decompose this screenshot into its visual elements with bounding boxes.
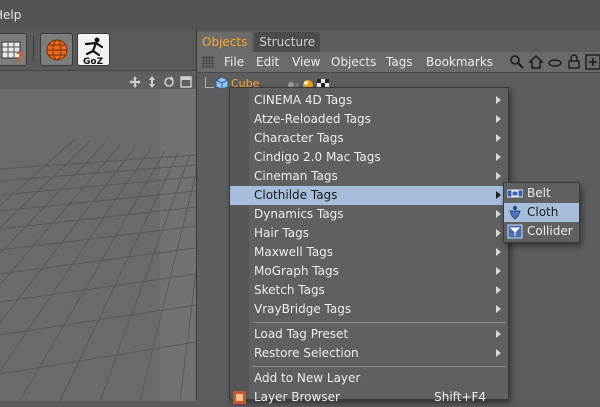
rotate-icon[interactable] [163, 73, 175, 87]
menu-item-dynamics-tags[interactable]: Dynamics Tags [230, 205, 508, 224]
grip-icon[interactable] [202, 56, 214, 68]
toolbar: ? GoZ [0, 30, 196, 70]
menu-item-label: Atze-Reloaded Tags [254, 112, 371, 126]
submenu-arrow-icon [496, 305, 501, 313]
menu-item-label: CINEMA 4D Tags [254, 93, 353, 107]
submenu-arrow-icon [496, 115, 501, 123]
globe-icon [46, 39, 68, 61]
goz-label: GoZ [83, 57, 104, 67]
object-manager-menu: File Edit View Objects Tags Bookmarks [197, 52, 600, 73]
menu-item-character-tags[interactable]: Character Tags [230, 129, 508, 148]
tab-objects[interactable]: Objects [197, 32, 253, 52]
collider-tag-icon [507, 224, 523, 239]
menu-item-label: MoGraph Tags [254, 264, 339, 278]
svg-text:?: ? [16, 51, 24, 66]
menu-item-label: Layer Browser [254, 390, 340, 404]
add-view-icon[interactable] [585, 54, 600, 70]
viewport-header [0, 71, 196, 90]
menu-item-vraybridge-tags[interactable]: VrayBridge Tags [230, 300, 508, 319]
tab-structure[interactable]: Structure [254, 32, 321, 52]
menu-item-label: Restore Selection [254, 346, 359, 360]
link-icon[interactable] [547, 54, 563, 70]
menu-item-add-to-new-layer[interactable]: Add to New Layer [230, 369, 508, 388]
menu-item-label: Maxwell Tags [254, 245, 334, 259]
menu-item-label: Dynamics Tags [254, 207, 344, 221]
search-icon[interactable] [509, 54, 525, 70]
menu-help[interactable]: Help [0, 8, 21, 22]
perspective-grid [0, 89, 196, 401]
submenu-arrow-icon [496, 134, 501, 142]
menu-item-label: Character Tags [254, 131, 344, 145]
submenu-arrow-icon [496, 286, 501, 294]
menu-item-cineman-tags[interactable]: Cineman Tags [230, 167, 508, 186]
zoom-icon[interactable] [146, 73, 158, 88]
menu-objects[interactable]: Objects [331, 55, 376, 69]
submenu-arrow-icon [496, 229, 501, 237]
layer-browser-icon [233, 391, 246, 404]
globe-button[interactable] [40, 33, 73, 66]
home-icon[interactable] [528, 54, 544, 70]
maximize-icon[interactable] [180, 73, 192, 88]
submenu-item-collider[interactable]: Collider [504, 222, 579, 241]
menu-edit[interactable]: Edit [256, 55, 279, 69]
submenu-arrow-icon [496, 349, 501, 357]
submenu-item-label: Belt [527, 186, 551, 200]
menu-item-load-tag-preset[interactable]: Load Tag Preset [230, 325, 508, 344]
object-manager-tabs: Objects Structure [197, 32, 322, 52]
menu-tags[interactable]: Tags [386, 55, 413, 69]
submenu-arrow-icon [496, 267, 501, 275]
submenu-arrow-icon [496, 96, 501, 104]
menu-item-label: Add to New Layer [254, 371, 361, 385]
menu-item-mograph-tags[interactable]: MoGraph Tags [230, 262, 508, 281]
menu-item-clothilde-tags[interactable]: Clothilde Tags [230, 186, 508, 205]
menu-item-layer-browser[interactable]: Layer Browser Shift+F4 [230, 388, 508, 407]
menu-item-hair-tags[interactable]: Hair Tags [230, 224, 508, 243]
tree-line [205, 77, 214, 88]
menu-separator [252, 366, 506, 367]
render-settings-button[interactable]: ? [0, 33, 27, 66]
menu-item-sketch-tags[interactable]: Sketch Tags [230, 281, 508, 300]
menu-item-atze-reloaded-tags[interactable]: Atze-Reloaded Tags [230, 110, 508, 129]
goz-icon: GoZ [83, 37, 104, 67]
menu-item-shortcut: Shift+F4 [434, 390, 486, 404]
submenu-arrow-icon [496, 191, 501, 199]
cube-icon [215, 76, 229, 90]
menu-item-label: Cindigo 2.0 Mac Tags [254, 150, 381, 164]
viewport[interactable] [0, 70, 196, 401]
submenu-item-label: Collider [527, 224, 573, 238]
menu-item-restore-selection[interactable]: Restore Selection [230, 344, 508, 363]
submenu-item-belt[interactable]: Belt [504, 184, 579, 203]
tags-context-menu: CINEMA 4D Tags Atze-Reloaded Tags Charac… [229, 87, 509, 404]
menu-view[interactable]: View [292, 55, 320, 69]
belt-tag-icon [507, 189, 523, 198]
menu-bar: Help [0, 0, 600, 31]
menu-item-cinema4d-tags[interactable]: CINEMA 4D Tags [230, 91, 508, 110]
menu-item-label: Hair Tags [254, 226, 310, 240]
menu-bookmarks[interactable]: Bookmarks [426, 55, 493, 69]
menu-item-maxwell-tags[interactable]: Maxwell Tags [230, 243, 508, 262]
clothilde-submenu: Belt Cloth Collider [503, 182, 580, 243]
submenu-arrow-icon [496, 330, 501, 338]
menu-item-label: Clothilde Tags [254, 188, 338, 202]
submenu-arrow-icon [496, 153, 501, 161]
submenu-arrow-icon [496, 210, 501, 218]
menu-item-label: Cineman Tags [254, 169, 338, 183]
submenu-item-cloth[interactable]: Cloth [504, 203, 579, 222]
lock-icon[interactable] [566, 54, 582, 70]
toolbar-separator [33, 36, 34, 62]
submenu-item-label: Cloth [527, 205, 559, 219]
submenu-arrow-icon [496, 172, 501, 180]
menu-item-label: Sketch Tags [254, 283, 325, 297]
cloth-tag-icon [509, 205, 521, 220]
menu-item-label: Load Tag Preset [254, 327, 349, 341]
menu-separator [252, 322, 506, 323]
goz-button[interactable]: GoZ [77, 33, 110, 67]
menu-file[interactable]: File [224, 55, 244, 69]
render-settings-icon: ? [1, 41, 24, 66]
menu-item-label: VrayBridge Tags [254, 302, 352, 316]
submenu-arrow-icon [496, 248, 501, 256]
move-icon[interactable] [129, 73, 141, 88]
menu-item-cindigo-tags[interactable]: Cindigo 2.0 Mac Tags [230, 148, 508, 167]
